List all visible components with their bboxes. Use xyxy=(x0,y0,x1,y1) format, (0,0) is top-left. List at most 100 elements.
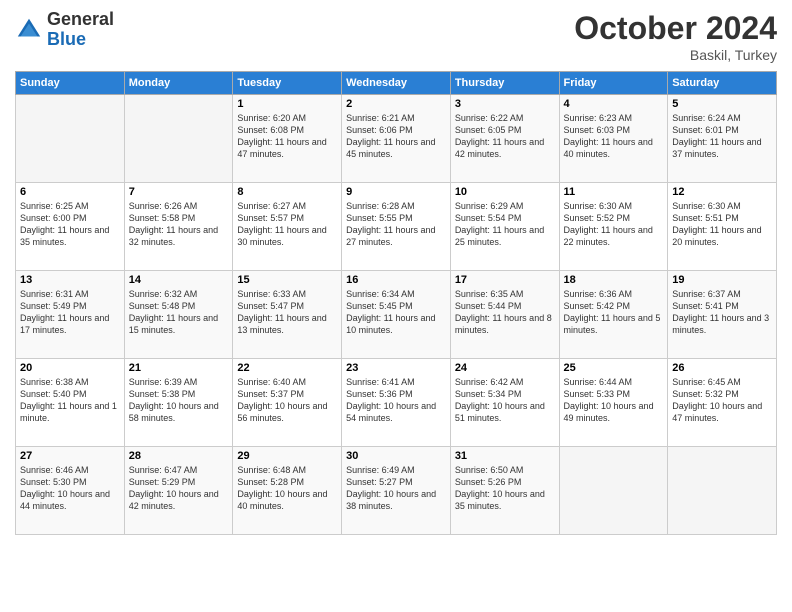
day-number: 20 xyxy=(20,362,120,374)
calendar-week-row: 1 Sunrise: 6:20 AM Sunset: 6:08 PM Daylig… xyxy=(16,95,777,183)
day-number: 19 xyxy=(672,274,772,286)
calendar-day-cell: 26 Sunrise: 6:45 AM Sunset: 5:32 PM Dayli… xyxy=(668,359,777,447)
title-block: October 2024 Baskil, Turkey xyxy=(574,10,777,63)
calendar-day-cell: 27 Sunrise: 6:46 AM Sunset: 5:30 PM Dayli… xyxy=(16,447,125,535)
calendar-day-cell: 19 Sunrise: 6:37 AM Sunset: 5:41 PM Dayli… xyxy=(668,271,777,359)
day-number: 27 xyxy=(20,450,120,462)
calendar-empty-cell xyxy=(668,447,777,535)
day-number: 12 xyxy=(672,186,772,198)
day-info: Sunrise: 6:31 AM Sunset: 5:49 PM Dayligh… xyxy=(20,288,120,337)
calendar-week-row: 20 Sunrise: 6:38 AM Sunset: 5:40 PM Dayli… xyxy=(16,359,777,447)
day-number: 2 xyxy=(346,98,446,110)
day-number: 8 xyxy=(237,186,337,198)
calendar-day-cell: 11 Sunrise: 6:30 AM Sunset: 5:52 PM Dayli… xyxy=(559,183,668,271)
day-of-week-header: Wednesday xyxy=(342,72,451,95)
day-of-week-header: Saturday xyxy=(668,72,777,95)
calendar-day-cell: 6Sunrise: 6:25 AM Sunset: 6:00 PM Daylig… xyxy=(16,183,125,271)
calendar-table: SundayMondayTuesdayWednesdayThursdayFrid… xyxy=(15,71,777,535)
day-info: Sunrise: 6:47 AM Sunset: 5:29 PM Dayligh… xyxy=(129,464,229,513)
calendar-day-cell: 20 Sunrise: 6:38 AM Sunset: 5:40 PM Dayli… xyxy=(16,359,125,447)
day-info: Sunrise: 6:40 AM Sunset: 5:37 PM Dayligh… xyxy=(237,376,337,425)
calendar-empty-cell xyxy=(559,447,668,535)
day-number: 5 xyxy=(672,98,772,110)
day-info: Sunrise: 6:29 AM Sunset: 5:54 PM Dayligh… xyxy=(455,200,555,249)
day-info: Sunrise: 6:20 AM Sunset: 6:08 PM Dayligh… xyxy=(237,112,337,161)
calendar-day-cell: 24 Sunrise: 6:42 AM Sunset: 5:34 PM Dayli… xyxy=(450,359,559,447)
month-title: October 2024 xyxy=(574,10,777,47)
logo-icon xyxy=(15,16,43,44)
day-number: 15 xyxy=(237,274,337,286)
day-info: Sunrise: 6:48 AM Sunset: 5:28 PM Dayligh… xyxy=(237,464,337,513)
day-info: Sunrise: 6:46 AM Sunset: 5:30 PM Dayligh… xyxy=(20,464,120,513)
day-number: 23 xyxy=(346,362,446,374)
day-number: 4 xyxy=(564,98,664,110)
logo: General Blue xyxy=(15,10,114,50)
calendar-day-cell: 12 Sunrise: 6:30 AM Sunset: 5:51 PM Dayli… xyxy=(668,183,777,271)
day-number: 24 xyxy=(455,362,555,374)
calendar-day-cell: 2 Sunrise: 6:21 AM Sunset: 6:06 PM Daylig… xyxy=(342,95,451,183)
calendar-day-cell: 28 Sunrise: 6:47 AM Sunset: 5:29 PM Dayli… xyxy=(124,447,233,535)
day-of-week-header: Sunday xyxy=(16,72,125,95)
day-number: 16 xyxy=(346,274,446,286)
day-info: Sunrise: 6:30 AM Sunset: 5:52 PM Dayligh… xyxy=(564,200,664,249)
day-info: Sunrise: 6:23 AM Sunset: 6:03 PM Dayligh… xyxy=(564,112,664,161)
calendar-day-cell: 31 Sunrise: 6:50 AM Sunset: 5:26 PM Dayli… xyxy=(450,447,559,535)
day-info: Sunrise: 6:44 AM Sunset: 5:33 PM Dayligh… xyxy=(564,376,664,425)
day-number: 17 xyxy=(455,274,555,286)
day-number: 1 xyxy=(237,98,337,110)
calendar-day-cell: 13 Sunrise: 6:31 AM Sunset: 5:49 PM Dayli… xyxy=(16,271,125,359)
day-number: 6 xyxy=(20,186,120,198)
day-info: Sunrise: 6:49 AM Sunset: 5:27 PM Dayligh… xyxy=(346,464,446,513)
day-info: Sunrise: 6:26 AM Sunset: 5:58 PM Dayligh… xyxy=(129,200,229,249)
day-number: 29 xyxy=(237,450,337,462)
calendar-week-row: 13 Sunrise: 6:31 AM Sunset: 5:49 PM Dayli… xyxy=(16,271,777,359)
calendar-day-cell: 30 Sunrise: 6:49 AM Sunset: 5:27 PM Dayli… xyxy=(342,447,451,535)
day-of-week-header: Tuesday xyxy=(233,72,342,95)
day-number: 28 xyxy=(129,450,229,462)
day-info: Sunrise: 6:35 AM Sunset: 5:44 PM Dayligh… xyxy=(455,288,555,337)
day-number: 22 xyxy=(237,362,337,374)
calendar-day-cell: 25 Sunrise: 6:44 AM Sunset: 5:33 PM Dayli… xyxy=(559,359,668,447)
day-info: Sunrise: 6:39 AM Sunset: 5:38 PM Dayligh… xyxy=(129,376,229,425)
day-number: 11 xyxy=(564,186,664,198)
calendar-day-cell: 14Sunrise: 6:32 AM Sunset: 5:48 PM Dayli… xyxy=(124,271,233,359)
day-of-week-header: Monday xyxy=(124,72,233,95)
day-info: Sunrise: 6:33 AM Sunset: 5:47 PM Dayligh… xyxy=(237,288,337,337)
day-info: Sunrise: 6:27 AM Sunset: 5:57 PM Dayligh… xyxy=(237,200,337,249)
calendar-empty-cell xyxy=(124,95,233,183)
day-number: 26 xyxy=(672,362,772,374)
calendar-day-cell: 8 Sunrise: 6:27 AM Sunset: 5:57 PM Daylig… xyxy=(233,183,342,271)
day-info: Sunrise: 6:41 AM Sunset: 5:36 PM Dayligh… xyxy=(346,376,446,425)
day-info: Sunrise: 6:50 AM Sunset: 5:26 PM Dayligh… xyxy=(455,464,555,513)
day-info: Sunrise: 6:45 AM Sunset: 5:32 PM Dayligh… xyxy=(672,376,772,425)
calendar-day-cell: 29 Sunrise: 6:48 AM Sunset: 5:28 PM Dayli… xyxy=(233,447,342,535)
day-info: Sunrise: 6:32 AM Sunset: 5:48 PM Dayligh… xyxy=(129,288,229,337)
day-info: Sunrise: 6:30 AM Sunset: 5:51 PM Dayligh… xyxy=(672,200,772,249)
calendar-day-cell: 3 Sunrise: 6:22 AM Sunset: 6:05 PM Daylig… xyxy=(450,95,559,183)
day-number: 30 xyxy=(346,450,446,462)
day-number: 31 xyxy=(455,450,555,462)
day-info: Sunrise: 6:38 AM Sunset: 5:40 PM Dayligh… xyxy=(20,376,120,425)
calendar-day-cell: 22 Sunrise: 6:40 AM Sunset: 5:37 PM Dayli… xyxy=(233,359,342,447)
day-number: 13 xyxy=(20,274,120,286)
day-number: 18 xyxy=(564,274,664,286)
day-info: Sunrise: 6:22 AM Sunset: 6:05 PM Dayligh… xyxy=(455,112,555,161)
day-of-week-header: Thursday xyxy=(450,72,559,95)
calendar-day-cell: 18 Sunrise: 6:36 AM Sunset: 5:42 PM Dayli… xyxy=(559,271,668,359)
page-header: General Blue October 2024 Baskil, Turkey xyxy=(15,10,777,63)
day-number: 25 xyxy=(564,362,664,374)
calendar-day-cell: 23 Sunrise: 6:41 AM Sunset: 5:36 PM Dayli… xyxy=(342,359,451,447)
day-info: Sunrise: 6:37 AM Sunset: 5:41 PM Dayligh… xyxy=(672,288,772,337)
day-number: 3 xyxy=(455,98,555,110)
day-number: 21 xyxy=(129,362,229,374)
calendar-day-cell: 5Sunrise: 6:24 AM Sunset: 6:01 PM Daylig… xyxy=(668,95,777,183)
calendar-day-cell: 1 Sunrise: 6:20 AM Sunset: 6:08 PM Daylig… xyxy=(233,95,342,183)
location: Baskil, Turkey xyxy=(574,47,777,63)
day-info: Sunrise: 6:42 AM Sunset: 5:34 PM Dayligh… xyxy=(455,376,555,425)
calendar-week-row: 27 Sunrise: 6:46 AM Sunset: 5:30 PM Dayli… xyxy=(16,447,777,535)
day-number: 10 xyxy=(455,186,555,198)
calendar-day-cell: 16Sunrise: 6:34 AM Sunset: 5:45 PM Dayli… xyxy=(342,271,451,359)
day-info: Sunrise: 6:21 AM Sunset: 6:06 PM Dayligh… xyxy=(346,112,446,161)
day-info: Sunrise: 6:36 AM Sunset: 5:42 PM Dayligh… xyxy=(564,288,664,337)
calendar-day-cell: 9Sunrise: 6:28 AM Sunset: 5:55 PM Daylig… xyxy=(342,183,451,271)
